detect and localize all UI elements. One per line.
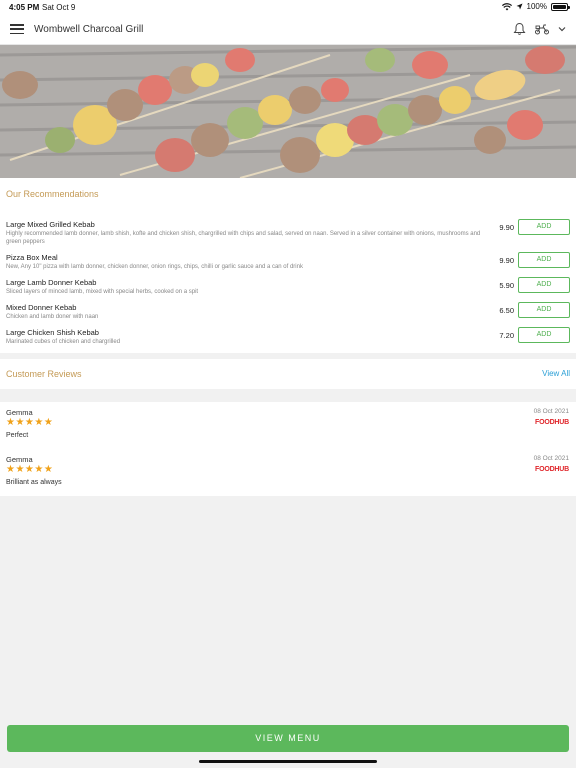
menu-item-price: 9.90 xyxy=(499,223,514,232)
star-rating-icon: ★★★★★ xyxy=(6,417,54,428)
add-button[interactable]: ADD xyxy=(518,219,570,235)
add-button[interactable]: ADD xyxy=(518,327,570,343)
add-button[interactable]: ADD xyxy=(518,302,570,318)
review-item: Gemma 08 Oct 2021 ★★★★★ FOODHUB Brillian… xyxy=(0,449,576,495)
home-indicator[interactable] xyxy=(199,760,377,763)
reviews-title: Customer Reviews xyxy=(6,369,82,379)
menu-item-price: 9.90 xyxy=(499,256,514,265)
menu-item-name: Mixed Donner Kebab xyxy=(6,303,77,312)
foodhub-logo: FOODHUB xyxy=(535,466,569,473)
menu-item-description: Highly recommended lamb donner, lamb shi… xyxy=(6,231,481,245)
review-author: Gemma xyxy=(6,408,33,417)
menu-item-name: Pizza Box Meal xyxy=(6,253,58,262)
menu-item-price: 6.50 xyxy=(499,306,514,315)
menu-item-price: 7.20 xyxy=(499,331,514,340)
menu-item-price: 5.90 xyxy=(499,281,514,290)
chevron-down-icon[interactable] xyxy=(558,26,566,32)
bell-icon[interactable] xyxy=(513,22,526,36)
menu-item-name: Large Lamb Donner Kebab xyxy=(6,278,97,287)
recommendations-section: Our Recommendations Large Mixed Grilled … xyxy=(0,178,576,353)
review-date: 08 Oct 2021 xyxy=(533,455,569,462)
status-bar: 4:05 PM Sat Oct 9 100% xyxy=(0,0,576,14)
review-date: 08 Oct 2021 xyxy=(533,408,569,415)
restaurant-title: Wombwell Charcoal Grill xyxy=(34,23,144,35)
view-all-link[interactable]: View All xyxy=(542,369,570,378)
review-item: Gemma 08 Oct 2021 ★★★★★ FOODHUB Perfect xyxy=(0,402,576,448)
menu-item-name: Large Chicken Shish Kebab xyxy=(6,328,99,337)
menu-item-description: Sliced layers of minced lamb, mixed with… xyxy=(6,289,199,295)
status-date: Sat Oct 9 xyxy=(42,3,76,12)
review-author: Gemma xyxy=(6,455,33,464)
hamburger-menu-icon[interactable] xyxy=(10,24,24,34)
reviews-list: Gemma 08 Oct 2021 ★★★★★ FOODHUB Perfect … xyxy=(0,402,576,496)
view-menu-button[interactable]: VIEW MENU xyxy=(7,725,569,752)
review-comment: Perfect xyxy=(6,432,29,439)
status-time: 4:05 PM xyxy=(9,3,40,12)
menu-item-description: New, Any 10" pizza with lamb donner, chi… xyxy=(6,264,303,270)
foodhub-logo: FOODHUB xyxy=(535,419,569,426)
menu-item-description: Chicken and lamb doner with naan xyxy=(6,314,99,320)
hero-banner-image xyxy=(0,45,576,178)
status-indicators: 100% xyxy=(501,2,570,11)
add-button[interactable]: ADD xyxy=(518,252,570,268)
wifi-icon xyxy=(501,2,512,10)
battery-percent: 100% xyxy=(526,2,547,11)
battery-icon xyxy=(551,2,570,11)
location-arrow-icon xyxy=(516,3,523,10)
menu-item-name: Large Mixed Grilled Kebab xyxy=(6,220,95,229)
reviews-header: Customer Reviews View All xyxy=(0,359,576,389)
header-actions xyxy=(513,22,566,36)
star-rating-icon: ★★★★★ xyxy=(6,464,54,475)
recommendations-title: Our Recommendations xyxy=(6,189,99,199)
review-comment: Brilliant as always xyxy=(6,479,62,486)
add-button[interactable]: ADD xyxy=(518,277,570,293)
app-header: Wombwell Charcoal Grill xyxy=(0,14,576,45)
menu-item-description: Marinated cubes of chicken and chargrill… xyxy=(6,339,121,345)
delivery-scooter-icon[interactable] xyxy=(534,23,550,35)
